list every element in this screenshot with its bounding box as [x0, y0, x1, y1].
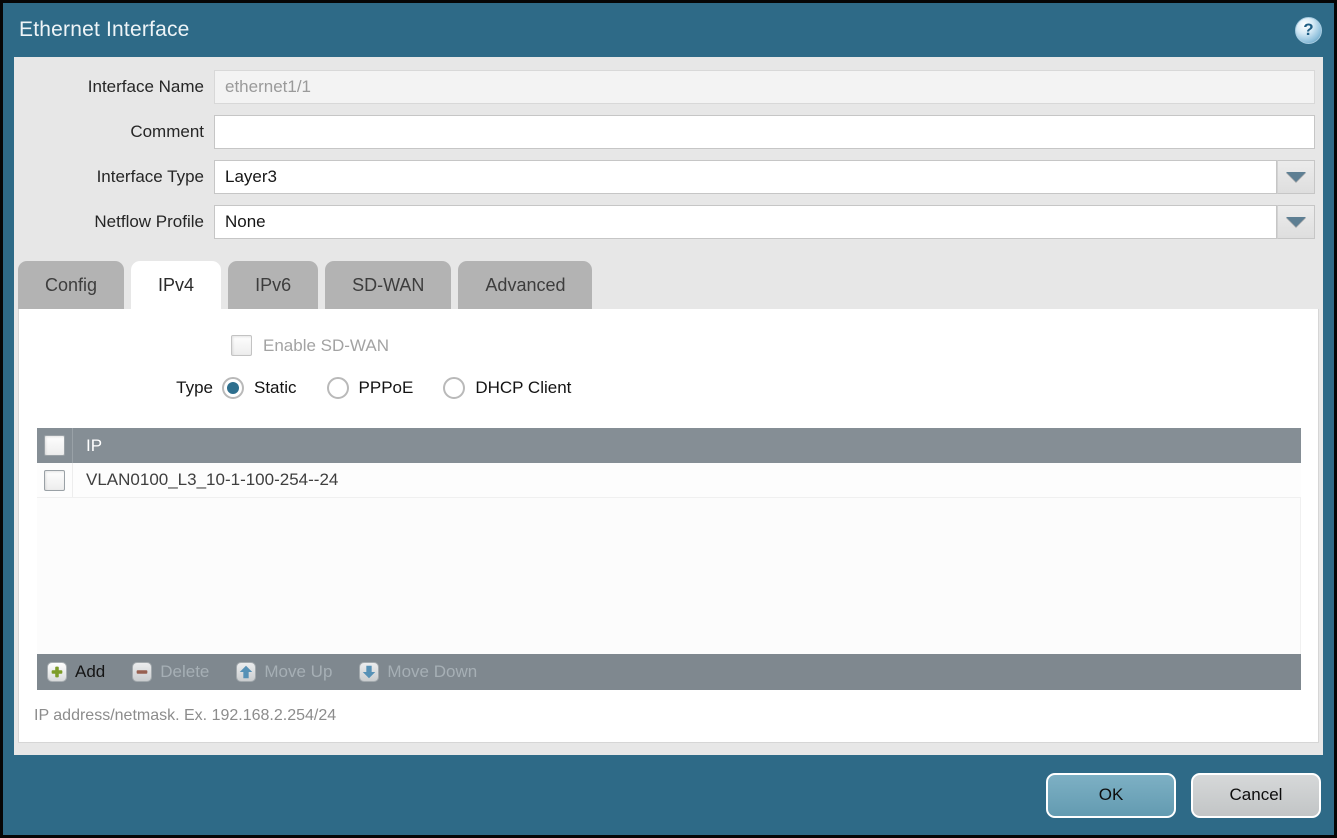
netflow-profile-value: None	[214, 205, 1277, 239]
interface-type-label: Interface Type	[14, 167, 204, 187]
delete-button: Delete	[132, 662, 209, 682]
table-row[interactable]: VLAN0100_L3_10-1-100-254--24	[37, 463, 1301, 498]
radio-pppoe-icon	[327, 377, 349, 399]
arrow-down-icon	[359, 662, 379, 682]
chevron-down-icon	[1286, 217, 1306, 227]
radio-static-icon	[222, 377, 244, 399]
netflow-profile-label: Netflow Profile	[14, 212, 204, 232]
dialog-title: Ethernet Interface	[19, 18, 1295, 42]
tab-ipv6[interactable]: IPv6	[228, 261, 318, 309]
help-icon[interactable]: ?	[1295, 17, 1322, 44]
comment-field[interactable]	[214, 115, 1315, 149]
radio-pppoe[interactable]: PPPoE	[327, 377, 414, 399]
table-toolbar: Add Delete Move Up	[37, 654, 1301, 690]
add-button-label: Add	[75, 662, 105, 682]
dialog-titlebar: Ethernet Interface ?	[3, 3, 1334, 57]
ip-cell: VLAN0100_L3_10-1-100-254--24	[73, 470, 338, 490]
tab-config[interactable]: Config	[18, 261, 124, 309]
tab-sdwan[interactable]: SD-WAN	[325, 261, 451, 309]
tabstrip: Config IPv4 IPv6 SD-WAN Advanced	[14, 261, 1323, 309]
interface-name-row: Interface Name	[14, 70, 1323, 104]
enable-sdwan-label: Enable SD-WAN	[263, 336, 389, 356]
move-up-button-label: Move Up	[264, 662, 332, 682]
radio-static[interactable]: Static	[222, 377, 297, 399]
ip-table: IP VLAN0100_L3_10-1-100-254--24 Add	[37, 428, 1301, 690]
delete-button-label: Delete	[160, 662, 209, 682]
cancel-button[interactable]: Cancel	[1191, 773, 1321, 818]
radio-dhcp-client-icon	[443, 377, 465, 399]
tab-advanced[interactable]: Advanced	[458, 261, 592, 309]
ip-column-header: IP	[73, 436, 102, 456]
tab-ipv4[interactable]: IPv4	[131, 261, 221, 309]
ipv4-tab-panel: Enable SD-WAN Type Static PPPoE DHCP Cli…	[18, 309, 1319, 743]
interface-type-dropdown[interactable]: Layer3	[214, 160, 1315, 194]
radio-dhcp-client[interactable]: DHCP Client	[443, 377, 571, 399]
interface-type-row: Interface Type Layer3	[14, 160, 1323, 194]
type-label: Type	[19, 378, 213, 398]
enable-sdwan-checkbox	[231, 335, 252, 356]
arrow-up-icon	[236, 662, 256, 682]
interface-name-field	[214, 70, 1315, 104]
move-up-button: Move Up	[236, 662, 332, 682]
ok-button[interactable]: OK	[1046, 773, 1176, 818]
ethernet-interface-dialog: Ethernet Interface ? Interface Name Comm…	[0, 0, 1337, 838]
interface-type-dropdown-button[interactable]	[1277, 160, 1315, 194]
netflow-profile-row: Netflow Profile None	[14, 205, 1323, 239]
select-all-checkbox[interactable]	[44, 435, 65, 456]
radio-pppoe-label: PPPoE	[359, 378, 414, 398]
table-empty-area	[37, 498, 1301, 654]
comment-row: Comment	[14, 115, 1323, 149]
row-checkbox[interactable]	[44, 470, 65, 491]
dialog-content: Interface Name Comment Interface Type La…	[14, 57, 1323, 755]
add-button[interactable]: Add	[47, 662, 105, 682]
netflow-profile-dropdown[interactable]: None	[214, 205, 1315, 239]
plus-icon	[47, 662, 67, 682]
dialog-footer: OK Cancel	[3, 755, 1334, 835]
ip-format-hint: IP address/netmask. Ex. 192.168.2.254/24	[34, 707, 1318, 725]
row-checkbox-cell	[37, 463, 73, 497]
interface-type-value: Layer3	[214, 160, 1277, 194]
enable-sdwan-row: Enable SD-WAN	[231, 335, 1318, 356]
netflow-profile-dropdown-button[interactable]	[1277, 205, 1315, 239]
radio-static-label: Static	[254, 378, 297, 398]
comment-label: Comment	[14, 122, 204, 142]
move-down-button: Move Down	[359, 662, 477, 682]
type-row: Type Static PPPoE DHCP Client	[19, 377, 1318, 399]
minus-icon	[132, 662, 152, 682]
ip-table-header: IP	[37, 428, 1301, 463]
interface-name-label: Interface Name	[14, 77, 204, 97]
select-all-cell	[37, 428, 73, 463]
move-down-button-label: Move Down	[387, 662, 477, 682]
chevron-down-icon	[1286, 172, 1306, 182]
radio-dhcp-client-label: DHCP Client	[475, 378, 571, 398]
